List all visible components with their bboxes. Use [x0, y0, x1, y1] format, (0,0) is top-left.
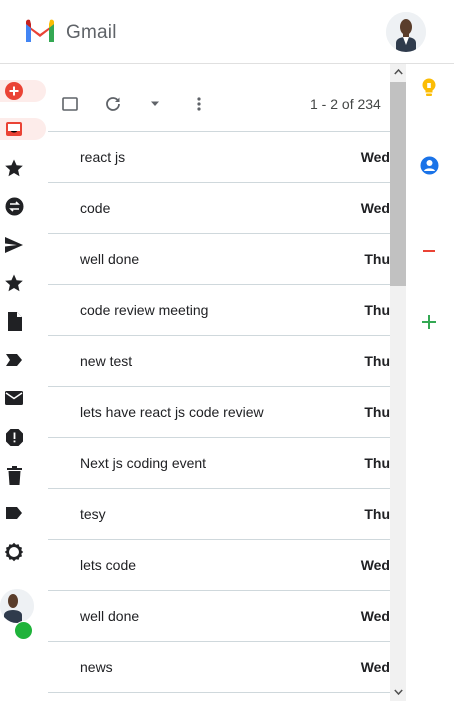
email-subject: well done	[80, 251, 140, 267]
scroll-up-arrow-icon[interactable]	[390, 64, 406, 80]
scroll-down-arrow-icon[interactable]	[390, 684, 406, 700]
app-header: Gmail	[0, 0, 454, 64]
add-icon[interactable]	[419, 312, 439, 332]
send-icon[interactable]	[2, 233, 26, 257]
email-row[interactable]: code Wed	[48, 183, 390, 234]
compose-plus-icon[interactable]	[2, 79, 26, 103]
refresh-icon[interactable]	[101, 92, 125, 116]
email-date: Thu	[364, 302, 390, 318]
draft-document-icon[interactable]	[2, 309, 26, 333]
user-avatar[interactable]	[386, 12, 426, 52]
email-row[interactable]: lets have react js code review Thu	[48, 387, 390, 438]
email-list: react js Wed code Wed well done Thu code revie…	[48, 131, 390, 693]
email-row[interactable]: Next js coding event Thu	[48, 438, 390, 489]
email-row[interactable]: tesy Thu	[48, 489, 390, 540]
scrollbar-thumb[interactable]	[390, 82, 406, 286]
email-date: Thu	[364, 506, 390, 522]
more-vert-icon[interactable]	[187, 92, 211, 116]
settings-gear-icon[interactable]	[2, 540, 26, 564]
email-row[interactable]: lets code Wed	[48, 540, 390, 591]
email-subject: react js	[80, 149, 126, 165]
email-subject: new test	[80, 353, 133, 369]
mail-icon[interactable]	[2, 386, 26, 410]
app-title: Gmail	[66, 22, 117, 43]
minus-icon[interactable]	[419, 241, 439, 261]
gmail-logo-icon[interactable]	[24, 18, 56, 44]
email-subject: tesy	[80, 506, 106, 522]
trash-icon[interactable]	[2, 463, 26, 487]
email-date: Wed	[360, 149, 390, 165]
contacts-icon[interactable]	[419, 155, 439, 175]
account-avatar[interactable]	[0, 589, 34, 623]
spam-alert-icon[interactable]	[2, 425, 26, 449]
email-date: Wed	[360, 659, 390, 675]
chevron-down-icon[interactable]	[143, 92, 167, 116]
email-subject: lets code	[80, 557, 137, 573]
swap-icon[interactable]	[2, 194, 26, 218]
email-subject: news	[80, 659, 113, 675]
email-date: Wed	[360, 557, 390, 573]
email-row[interactable]: well done Thu	[48, 234, 390, 285]
email-row[interactable]: well done Wed	[48, 591, 390, 642]
inbox-icon[interactable]	[2, 117, 26, 141]
email-date: Thu	[364, 404, 390, 420]
email-subject: well done	[80, 608, 140, 624]
email-subject: code	[80, 200, 111, 216]
select-all-checkbox[interactable]	[58, 92, 82, 116]
email-date: Thu	[364, 353, 390, 369]
email-date: Wed	[360, 608, 390, 624]
star-icon[interactable]	[2, 271, 26, 295]
pagination-info: 1 - 2 of 234	[310, 96, 381, 112]
online-status-dot	[14, 621, 33, 640]
label-arrow-icon[interactable]	[2, 348, 26, 372]
email-row[interactable]: react js Wed	[48, 131, 390, 183]
email-row[interactable]: new test Thu	[48, 336, 390, 387]
email-row[interactable]: news Wed	[48, 642, 390, 693]
email-subject: lets have react js code review	[80, 404, 264, 420]
email-date: Wed	[360, 200, 390, 216]
email-row[interactable]: code review meeting Thu	[48, 285, 390, 336]
label-icon[interactable]	[2, 501, 26, 525]
email-date: Thu	[364, 251, 390, 267]
email-date: Thu	[364, 455, 390, 471]
keep-bulb-icon[interactable]	[419, 77, 439, 97]
star-icon[interactable]	[2, 156, 26, 180]
email-subject: Next js coding event	[80, 455, 207, 471]
email-subject: code review meeting	[80, 302, 209, 318]
